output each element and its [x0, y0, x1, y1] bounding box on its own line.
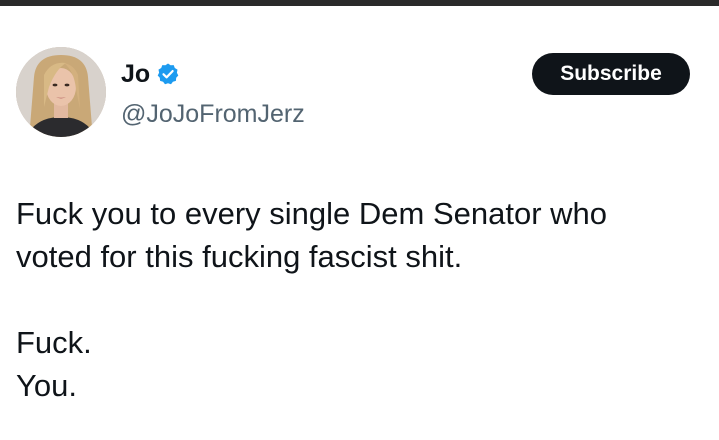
user-handle[interactable]: @JoJoFromJerz	[121, 99, 305, 129]
subscribe-button[interactable]: Subscribe	[532, 53, 690, 95]
tweet-line: Fuck you to every single Dem Senator who	[16, 196, 607, 231]
tweet-line: Fuck.	[16, 325, 92, 360]
avatar[interactable]	[16, 47, 106, 137]
name-row: Jo	[121, 59, 180, 89]
tweet-line: You.	[16, 368, 77, 403]
display-name[interactable]: Jo	[121, 59, 150, 89]
tweet-text: Fuck you to every single Dem Senator who…	[16, 192, 706, 407]
verified-badge-icon	[156, 62, 180, 86]
profile-photo	[16, 47, 106, 137]
tweet-line: voted for this fucking fascist shit.	[16, 239, 463, 274]
tweet: Jo @JoJoFromJerz Subscribe Fuck you to e…	[0, 6, 719, 440]
